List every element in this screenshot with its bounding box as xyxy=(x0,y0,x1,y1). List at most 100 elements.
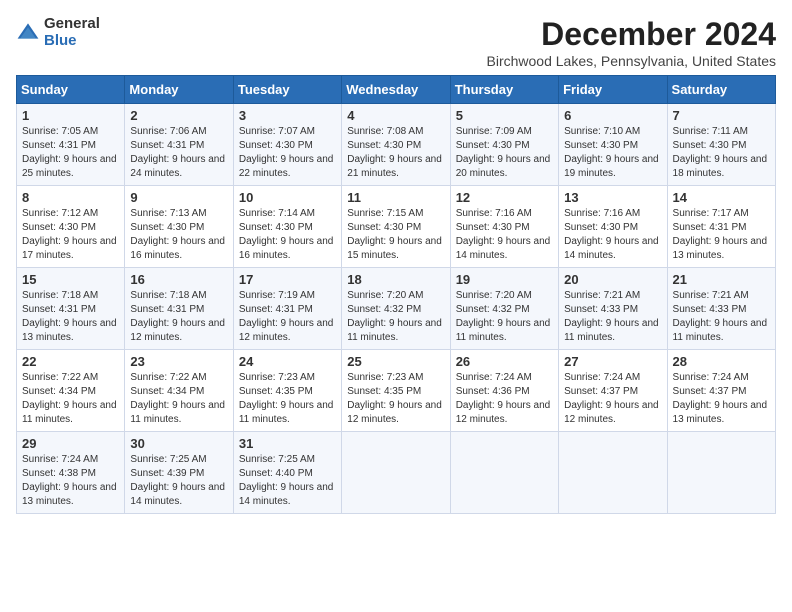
calendar-cell: 2 Sunrise: 7:06 AMSunset: 4:31 PMDayligh… xyxy=(125,104,233,186)
day-number: 27 xyxy=(564,354,661,369)
calendar-cell: 24 Sunrise: 7:23 AMSunset: 4:35 PMDaylig… xyxy=(233,350,341,432)
day-number: 9 xyxy=(130,190,227,205)
day-number: 6 xyxy=(564,108,661,123)
day-header-thursday: Thursday xyxy=(450,76,558,104)
header: General Blue December 2024 Birchwood Lak… xyxy=(16,16,776,69)
day-info: Sunrise: 7:21 AMSunset: 4:33 PMDaylight:… xyxy=(564,290,659,343)
day-number: 25 xyxy=(347,354,444,369)
calendar-cell: 5 Sunrise: 7:09 AMSunset: 4:30 PMDayligh… xyxy=(450,104,558,186)
calendar-table: SundayMondayTuesdayWednesdayThursdayFrid… xyxy=(16,75,776,514)
day-number: 2 xyxy=(130,108,227,123)
day-info: Sunrise: 7:24 AMSunset: 4:38 PMDaylight:… xyxy=(22,454,117,507)
day-info: Sunrise: 7:06 AMSunset: 4:31 PMDaylight:… xyxy=(130,126,225,179)
day-header-wednesday: Wednesday xyxy=(342,76,450,104)
calendar-cell: 26 Sunrise: 7:24 AMSunset: 4:36 PMDaylig… xyxy=(450,350,558,432)
day-number: 21 xyxy=(673,272,770,287)
day-number: 7 xyxy=(673,108,770,123)
day-number: 18 xyxy=(347,272,444,287)
calendar-cell xyxy=(342,432,450,514)
day-info: Sunrise: 7:24 AMSunset: 4:36 PMDaylight:… xyxy=(456,372,551,425)
month-title: December 2024 xyxy=(487,16,777,53)
logo-general-text: General xyxy=(44,16,100,33)
day-header-sunday: Sunday xyxy=(17,76,125,104)
calendar-cell: 11 Sunrise: 7:15 AMSunset: 4:30 PMDaylig… xyxy=(342,186,450,268)
calendar-week-5: 29 Sunrise: 7:24 AMSunset: 4:38 PMDaylig… xyxy=(17,432,776,514)
day-info: Sunrise: 7:20 AMSunset: 4:32 PMDaylight:… xyxy=(456,290,551,343)
day-number: 10 xyxy=(239,190,336,205)
calendar-cell xyxy=(667,432,775,514)
calendar-cell xyxy=(450,432,558,514)
location-subtitle: Birchwood Lakes, Pennsylvania, United St… xyxy=(487,53,777,69)
calendar-cell: 7 Sunrise: 7:11 AMSunset: 4:30 PMDayligh… xyxy=(667,104,775,186)
day-info: Sunrise: 7:24 AMSunset: 4:37 PMDaylight:… xyxy=(564,372,659,425)
calendar-cell: 10 Sunrise: 7:14 AMSunset: 4:30 PMDaylig… xyxy=(233,186,341,268)
day-info: Sunrise: 7:05 AMSunset: 4:31 PMDaylight:… xyxy=(22,126,117,179)
calendar-cell xyxy=(559,432,667,514)
calendar-week-3: 15 Sunrise: 7:18 AMSunset: 4:31 PMDaylig… xyxy=(17,268,776,350)
calendar-cell: 23 Sunrise: 7:22 AMSunset: 4:34 PMDaylig… xyxy=(125,350,233,432)
calendar-week-1: 1 Sunrise: 7:05 AMSunset: 4:31 PMDayligh… xyxy=(17,104,776,186)
day-number: 17 xyxy=(239,272,336,287)
calendar-body: 1 Sunrise: 7:05 AMSunset: 4:31 PMDayligh… xyxy=(17,104,776,514)
calendar-week-2: 8 Sunrise: 7:12 AMSunset: 4:30 PMDayligh… xyxy=(17,186,776,268)
day-number: 22 xyxy=(22,354,119,369)
day-header-saturday: Saturday xyxy=(667,76,775,104)
calendar-cell: 30 Sunrise: 7:25 AMSunset: 4:39 PMDaylig… xyxy=(125,432,233,514)
day-info: Sunrise: 7:21 AMSunset: 4:33 PMDaylight:… xyxy=(673,290,768,343)
calendar-cell: 19 Sunrise: 7:20 AMSunset: 4:32 PMDaylig… xyxy=(450,268,558,350)
day-number: 28 xyxy=(673,354,770,369)
day-info: Sunrise: 7:12 AMSunset: 4:30 PMDaylight:… xyxy=(22,208,117,261)
day-info: Sunrise: 7:10 AMSunset: 4:30 PMDaylight:… xyxy=(564,126,659,179)
day-number: 30 xyxy=(130,436,227,451)
day-number: 16 xyxy=(130,272,227,287)
day-info: Sunrise: 7:13 AMSunset: 4:30 PMDaylight:… xyxy=(130,208,225,261)
calendar-cell: 29 Sunrise: 7:24 AMSunset: 4:38 PMDaylig… xyxy=(17,432,125,514)
day-info: Sunrise: 7:16 AMSunset: 4:30 PMDaylight:… xyxy=(564,208,659,261)
calendar-cell: 31 Sunrise: 7:25 AMSunset: 4:40 PMDaylig… xyxy=(233,432,341,514)
day-info: Sunrise: 7:16 AMSunset: 4:30 PMDaylight:… xyxy=(456,208,551,261)
calendar-cell: 18 Sunrise: 7:20 AMSunset: 4:32 PMDaylig… xyxy=(342,268,450,350)
calendar-cell: 28 Sunrise: 7:24 AMSunset: 4:37 PMDaylig… xyxy=(667,350,775,432)
day-number: 15 xyxy=(22,272,119,287)
calendar-week-4: 22 Sunrise: 7:22 AMSunset: 4:34 PMDaylig… xyxy=(17,350,776,432)
day-info: Sunrise: 7:17 AMSunset: 4:31 PMDaylight:… xyxy=(673,208,768,261)
day-info: Sunrise: 7:24 AMSunset: 4:37 PMDaylight:… xyxy=(673,372,768,425)
day-number: 26 xyxy=(456,354,553,369)
day-header-tuesday: Tuesday xyxy=(233,76,341,104)
day-number: 13 xyxy=(564,190,661,205)
calendar-cell: 17 Sunrise: 7:19 AMSunset: 4:31 PMDaylig… xyxy=(233,268,341,350)
day-number: 1 xyxy=(22,108,119,123)
title-block: December 2024 Birchwood Lakes, Pennsylva… xyxy=(487,16,777,69)
calendar-header-row: SundayMondayTuesdayWednesdayThursdayFrid… xyxy=(17,76,776,104)
calendar-cell: 22 Sunrise: 7:22 AMSunset: 4:34 PMDaylig… xyxy=(17,350,125,432)
day-info: Sunrise: 7:14 AMSunset: 4:30 PMDaylight:… xyxy=(239,208,334,261)
day-number: 29 xyxy=(22,436,119,451)
calendar-cell: 21 Sunrise: 7:21 AMSunset: 4:33 PMDaylig… xyxy=(667,268,775,350)
day-info: Sunrise: 7:11 AMSunset: 4:30 PMDaylight:… xyxy=(673,126,768,179)
day-info: Sunrise: 7:15 AMSunset: 4:30 PMDaylight:… xyxy=(347,208,442,261)
calendar-cell: 14 Sunrise: 7:17 AMSunset: 4:31 PMDaylig… xyxy=(667,186,775,268)
calendar-cell: 13 Sunrise: 7:16 AMSunset: 4:30 PMDaylig… xyxy=(559,186,667,268)
calendar-cell: 20 Sunrise: 7:21 AMSunset: 4:33 PMDaylig… xyxy=(559,268,667,350)
day-number: 12 xyxy=(456,190,553,205)
logo-blue-text: Blue xyxy=(44,33,100,50)
day-info: Sunrise: 7:23 AMSunset: 4:35 PMDaylight:… xyxy=(347,372,442,425)
calendar-cell: 12 Sunrise: 7:16 AMSunset: 4:30 PMDaylig… xyxy=(450,186,558,268)
day-info: Sunrise: 7:07 AMSunset: 4:30 PMDaylight:… xyxy=(239,126,334,179)
day-number: 5 xyxy=(456,108,553,123)
day-number: 8 xyxy=(22,190,119,205)
day-header-friday: Friday xyxy=(559,76,667,104)
day-number: 4 xyxy=(347,108,444,123)
calendar-cell: 27 Sunrise: 7:24 AMSunset: 4:37 PMDaylig… xyxy=(559,350,667,432)
day-info: Sunrise: 7:18 AMSunset: 4:31 PMDaylight:… xyxy=(130,290,225,343)
logo: General Blue xyxy=(16,16,100,49)
day-number: 11 xyxy=(347,190,444,205)
calendar-cell: 8 Sunrise: 7:12 AMSunset: 4:30 PMDayligh… xyxy=(17,186,125,268)
day-info: Sunrise: 7:09 AMSunset: 4:30 PMDaylight:… xyxy=(456,126,551,179)
day-number: 24 xyxy=(239,354,336,369)
day-number: 20 xyxy=(564,272,661,287)
day-info: Sunrise: 7:25 AMSunset: 4:40 PMDaylight:… xyxy=(239,454,334,507)
day-info: Sunrise: 7:19 AMSunset: 4:31 PMDaylight:… xyxy=(239,290,334,343)
day-number: 14 xyxy=(673,190,770,205)
day-info: Sunrise: 7:20 AMSunset: 4:32 PMDaylight:… xyxy=(347,290,442,343)
